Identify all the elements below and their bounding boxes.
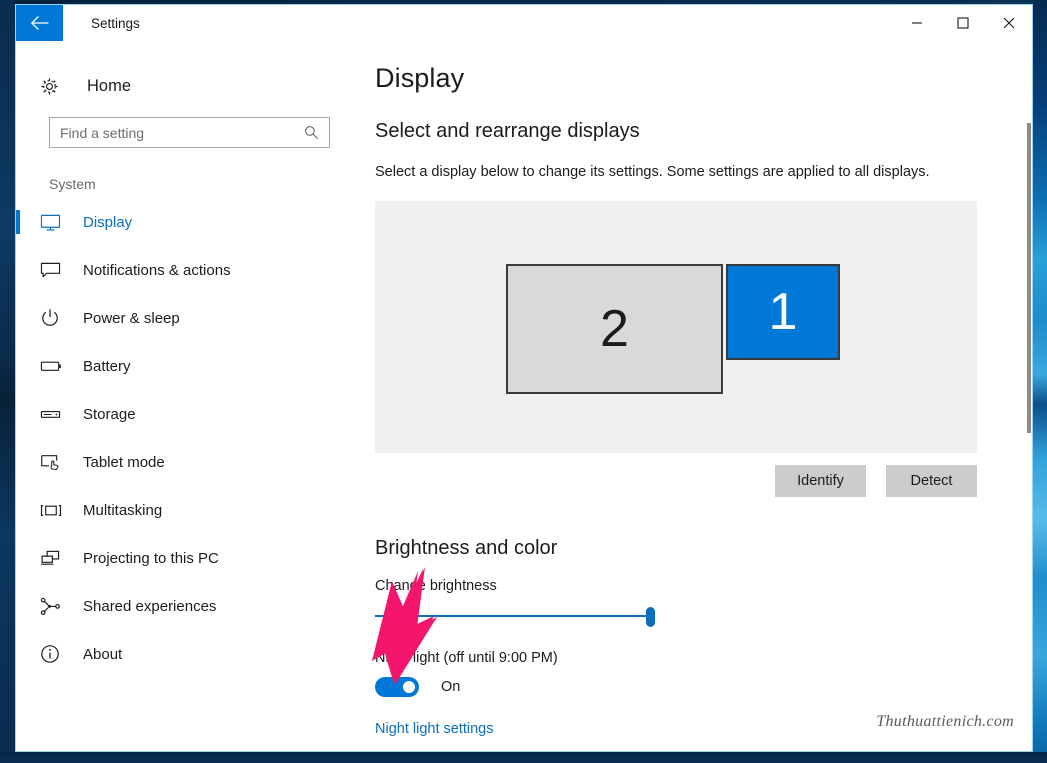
sidebar-item-label: Display <box>83 213 133 231</box>
minimize-icon <box>912 22 922 24</box>
sidebar-item-home[interactable]: Home <box>16 65 356 107</box>
storage-icon <box>40 407 66 421</box>
sidebar-item-label: Power & sleep <box>83 309 180 327</box>
info-icon <box>40 644 66 664</box>
slider-track[interactable] <box>375 615 655 617</box>
selection-indicator <box>16 210 20 234</box>
back-button[interactable] <box>16 5 63 41</box>
sidebar-item-label: Notifications & actions <box>83 261 231 279</box>
sidebar-item-projecting[interactable]: Projecting to this PC <box>16 534 356 582</box>
slider-thumb[interactable] <box>646 607 655 627</box>
sidebar-item-power-sleep[interactable]: Power & sleep <box>16 294 356 342</box>
content-scrollbar[interactable] <box>1025 41 1032 751</box>
battery-icon <box>40 358 66 374</box>
sidebar-item-label: Projecting to this PC <box>83 549 219 567</box>
display-arrangement-canvas[interactable]: 2 1 <box>375 201 977 453</box>
page-title: Display <box>375 63 465 93</box>
settings-sidebar: Home System Display <box>16 41 356 751</box>
search-icon <box>304 125 329 140</box>
sidebar-item-label: Storage <box>83 405 136 423</box>
monitor-icon <box>40 213 66 232</box>
search-box[interactable] <box>49 117 330 148</box>
detect-button[interactable]: Detect <box>886 465 977 497</box>
close-icon <box>1003 17 1015 29</box>
power-icon <box>40 308 66 328</box>
desktop-wallpaper-left <box>0 0 15 763</box>
gear-icon <box>40 77 70 96</box>
sidebar-item-label: Battery <box>83 357 131 375</box>
back-arrow-icon <box>30 16 48 30</box>
sidebar-item-about[interactable]: About <box>16 630 356 678</box>
watermark: Thuthuattienich.com <box>876 713 1014 730</box>
monitor-number: 1 <box>768 283 798 341</box>
desktop-wallpaper-right <box>1033 0 1047 763</box>
sidebar-item-label: Shared experiences <box>83 597 217 615</box>
search-input[interactable] <box>50 123 304 142</box>
sidebar-home-label: Home <box>87 76 132 95</box>
maximize-button[interactable] <box>940 5 986 41</box>
display-action-buttons: Identify Detect <box>375 465 977 497</box>
sidebar-item-battery[interactable]: Battery <box>16 342 356 390</box>
close-button[interactable] <box>986 5 1032 41</box>
scrollbar-thumb[interactable] <box>1027 123 1031 433</box>
brightness-color-heading: Brightness and color <box>375 537 558 559</box>
brightness-slider[interactable] <box>375 604 657 628</box>
arrange-displays-description: Select a display below to change its set… <box>375 164 930 180</box>
toggle-knob <box>403 681 415 693</box>
sidebar-item-label: Multitasking <box>83 501 163 519</box>
desktop-wallpaper-bottom <box>0 752 1047 763</box>
identify-button[interactable]: Identify <box>775 465 866 497</box>
settings-content: Display Select and rearrange displays Se… <box>356 41 1032 751</box>
sidebar-item-label: About <box>83 645 123 663</box>
sidebar-item-multitasking[interactable]: Multitasking <box>16 486 356 534</box>
tablet-mode-icon <box>40 453 66 472</box>
night-light-label: Night light (off until 9:00 PM) <box>375 650 558 666</box>
sidebar-item-display[interactable]: Display <box>16 198 356 246</box>
sidebar-nav-list: Display Notifications & actions Power & … <box>16 198 356 678</box>
projecting-icon <box>40 549 66 568</box>
window-titlebar: Settings <box>16 5 1032 41</box>
monitor-tile-2[interactable]: 2 <box>506 264 723 394</box>
settings-window: Settings Home Find a setting System Disp… <box>15 4 1033 752</box>
sidebar-item-tablet-mode[interactable]: Tablet mode <box>16 438 356 486</box>
sidebar-section-label: System <box>49 176 96 192</box>
sidebar-item-notifications[interactable]: Notifications & actions <box>16 246 356 294</box>
night-light-toggle[interactable] <box>375 677 419 697</box>
sidebar-item-storage[interactable]: Storage <box>16 390 356 438</box>
window-controls <box>894 5 1032 41</box>
sidebar-item-label: Tablet mode <box>83 453 165 471</box>
night-light-settings-link[interactable]: Night light settings <box>375 721 493 737</box>
change-brightness-label: Change brightness <box>375 578 497 594</box>
monitor-tile-1[interactable]: 1 <box>726 264 840 360</box>
shared-experiences-icon <box>40 597 66 616</box>
monitor-number: 2 <box>600 300 629 358</box>
multitasking-icon <box>40 503 66 518</box>
speech-bubble-icon <box>40 261 66 280</box>
window-title: Settings <box>91 15 140 31</box>
sidebar-item-shared-experiences[interactable]: Shared experiences <box>16 582 356 630</box>
arrange-displays-heading: Select and rearrange displays <box>375 120 640 142</box>
night-light-toggle-state: On <box>441 679 461 695</box>
minimize-button[interactable] <box>894 5 940 41</box>
maximize-icon <box>957 17 969 29</box>
night-light-toggle-row: On <box>375 677 1032 697</box>
